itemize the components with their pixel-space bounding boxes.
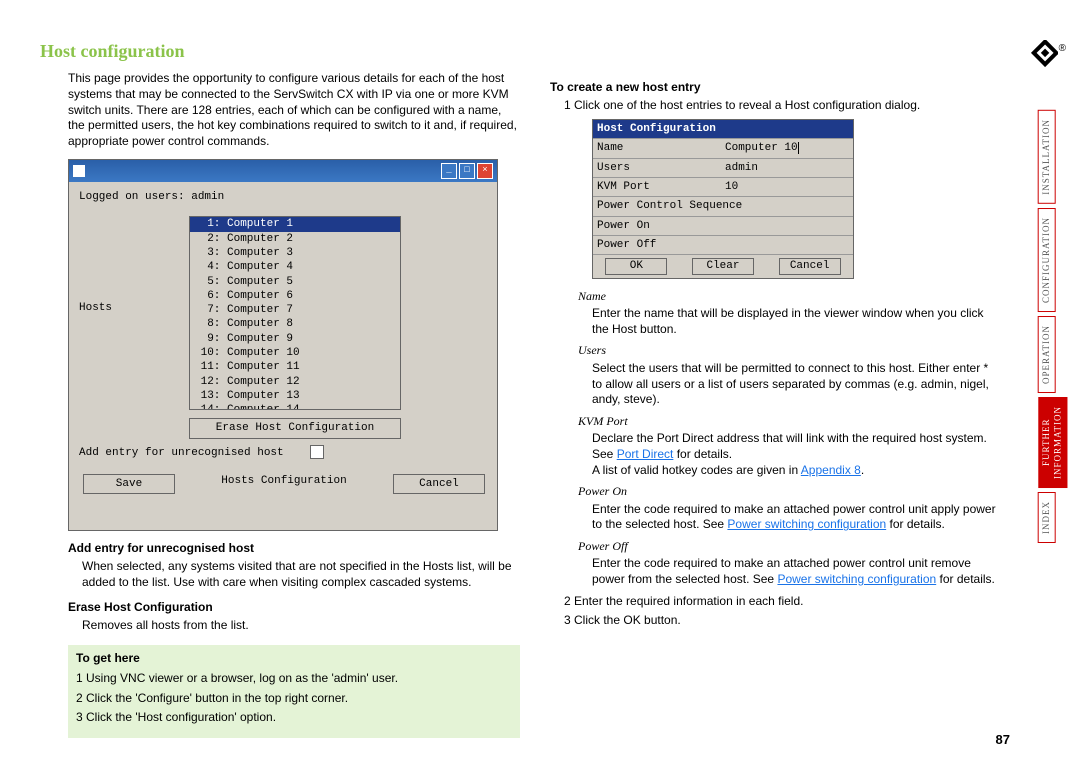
hosts-list[interactable]: 1: Computer 1 2: Computer 2 3: Computer … xyxy=(189,216,401,410)
tab-index[interactable]: INDEX xyxy=(1038,492,1056,543)
field-value[interactable]: admin xyxy=(721,159,853,177)
list-item[interactable]: 2: Computer 2 xyxy=(190,232,400,246)
to-get-here-title: To get here xyxy=(76,651,512,667)
erase-button[interactable]: Erase Host Configuration xyxy=(189,418,401,438)
tab-configuration[interactable]: CONFIGURATION xyxy=(1038,208,1056,312)
step-2: 2 Click the 'Configure' button in the to… xyxy=(90,691,512,707)
registered-mark: ® xyxy=(1059,42,1066,55)
list-item[interactable]: 13: Computer 13 xyxy=(190,389,400,403)
field-label: Power On xyxy=(593,217,721,235)
dialog-row: Power Off xyxy=(593,235,853,254)
create-step1: 1 Click one of the host entries to revea… xyxy=(578,98,1000,114)
vnc-icon xyxy=(73,165,85,177)
erase-heading: Erase Host Configuration xyxy=(68,600,520,616)
dialog-title: Host Configuration xyxy=(593,120,853,138)
host-config-dialog: Host Configuration NameComputer 10Usersa… xyxy=(592,119,854,278)
intro-text: This page provides the opportunity to co… xyxy=(68,71,520,149)
kvm-heading: KVM Port xyxy=(578,414,1000,430)
poweron-heading: Power On xyxy=(578,484,1000,500)
minimize-icon[interactable]: _ xyxy=(441,163,457,179)
power-switch-link1[interactable]: Power switching configuration xyxy=(727,517,886,531)
page-title: Host configuration xyxy=(40,40,520,63)
tab-operation[interactable]: OPERATION xyxy=(1038,316,1056,393)
list-item[interactable]: 14: Computer 14 xyxy=(190,403,400,410)
field-label: Power Control Sequence xyxy=(593,197,853,215)
field-label: Users xyxy=(593,159,721,177)
poweron-text: Enter the code required to make an attac… xyxy=(592,502,1000,533)
field-label: KVM Port xyxy=(593,178,721,196)
titlebar: _ □ × xyxy=(69,160,497,182)
port-direct-link[interactable]: Port Direct xyxy=(617,447,674,461)
save-button[interactable]: Save xyxy=(83,474,175,494)
cancel-button-2[interactable]: Cancel xyxy=(779,258,841,274)
list-item[interactable]: 4: Computer 4 xyxy=(190,260,400,274)
list-item[interactable]: 3: Computer 3 xyxy=(190,246,400,260)
list-item[interactable]: 11: Computer 11 xyxy=(190,360,400,374)
appendix8-link[interactable]: Appendix 8 xyxy=(801,463,861,477)
add-entry-heading: Add entry for unrecognised host xyxy=(68,541,520,557)
dialog-row: Usersadmin xyxy=(593,158,853,177)
name-heading: Name xyxy=(578,289,1000,305)
maximize-icon[interactable]: □ xyxy=(459,163,475,179)
list-item[interactable]: 7: Computer 7 xyxy=(190,303,400,317)
list-item[interactable]: 1: Computer 1 xyxy=(190,217,400,231)
brand-logo xyxy=(1018,40,1058,85)
dialog-row: Power On xyxy=(593,216,853,235)
name-text: Enter the name that will be displayed in… xyxy=(592,306,1000,337)
to-get-here-box: To get here 1 Using VNC viewer or a brow… xyxy=(68,645,520,737)
add-entry-label: Add entry for unrecognised host xyxy=(79,447,284,459)
list-item[interactable]: 6: Computer 6 xyxy=(190,289,400,303)
field-label: Name xyxy=(593,139,721,157)
kvm-text: Declare the Port Direct address that wil… xyxy=(592,431,1000,478)
dialog-row: KVM Port10 xyxy=(593,177,853,196)
tab-further-information[interactable]: FURTHERINFORMATION xyxy=(1038,397,1067,488)
list-item[interactable]: 5: Computer 5 xyxy=(190,275,400,289)
create-step2: 2 Enter the required information in each… xyxy=(578,594,1000,610)
list-item[interactable]: 10: Computer 10 xyxy=(190,346,400,360)
power-switch-link2[interactable]: Power switching configuration xyxy=(777,572,936,586)
create-step3: 3 Click the OK button. xyxy=(578,613,1000,629)
logged-users: Logged on users: admin xyxy=(79,190,489,208)
users-text: Select the users that will be permitted … xyxy=(592,361,1000,408)
list-item[interactable]: 9: Computer 9 xyxy=(190,332,400,346)
step-1: 1 Using VNC viewer or a browser, log on … xyxy=(90,671,512,687)
users-heading: Users xyxy=(578,343,1000,359)
field-value[interactable] xyxy=(721,236,853,254)
erase-text: Removes all hosts from the list. xyxy=(82,618,520,634)
close-icon[interactable]: × xyxy=(477,163,493,179)
list-item[interactable]: 8: Computer 8 xyxy=(190,317,400,331)
field-value[interactable]: Computer 10 xyxy=(721,139,853,157)
tab-installation[interactable]: INSTALLATION xyxy=(1038,110,1056,204)
step-3: 3 Click the 'Host configuration' option. xyxy=(90,710,512,726)
field-value[interactable] xyxy=(721,217,853,235)
field-label: Power Off xyxy=(593,236,721,254)
list-item[interactable]: 12: Computer 12 xyxy=(190,375,400,389)
page-number: 87 xyxy=(996,732,1010,749)
poweroff-heading: Power Off xyxy=(578,539,1000,555)
ok-button[interactable]: OK xyxy=(605,258,667,274)
cancel-button[interactable]: Cancel xyxy=(393,474,485,494)
window-title-label: Hosts Configuration xyxy=(221,474,346,494)
field-value[interactable]: 10 xyxy=(721,178,853,196)
clear-button[interactable]: Clear xyxy=(692,258,754,274)
dialog-row: NameComputer 10 xyxy=(593,138,853,157)
hosts-label: Hosts xyxy=(79,216,189,315)
add-entry-text: When selected, any systems visited that … xyxy=(82,559,520,590)
dialog-row: Power Control Sequence xyxy=(593,196,853,215)
poweroff-text: Enter the code required to make an attac… xyxy=(592,556,1000,587)
hosts-window: _ □ × Logged on users: admin Hosts 1: Co… xyxy=(68,159,498,531)
add-entry-checkbox[interactable] xyxy=(310,445,324,459)
create-host-title: To create a new host entry xyxy=(550,80,1000,96)
